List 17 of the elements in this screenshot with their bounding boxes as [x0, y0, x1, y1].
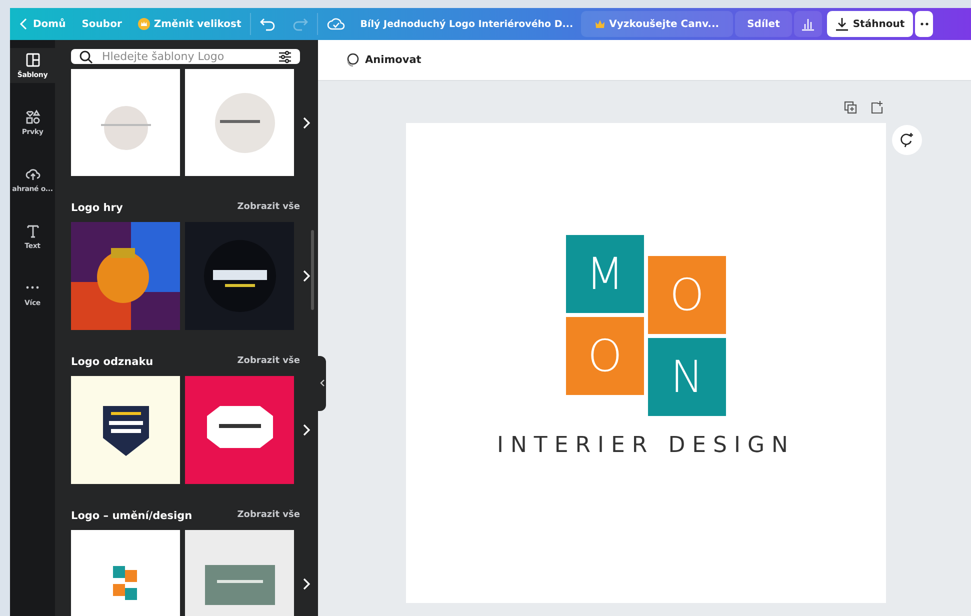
logo-tile: M: [566, 235, 644, 313]
see-all-link[interactable]: Zobrazit vše: [237, 202, 300, 214]
search-field[interactable]: Hledejte šablony Logo: [71, 49, 300, 64]
logo-tile: O: [648, 256, 726, 334]
logo-tile: O: [566, 317, 644, 395]
document-title[interactable]: Bílý Jednoduchý Logo Interiérového D...: [354, 18, 580, 30]
see-all-link[interactable]: Zobrazit vše: [237, 356, 300, 368]
share-button[interactable]: Sdílet: [735, 11, 792, 37]
animate-button[interactable]: Animovat: [338, 51, 428, 69]
see-all-link[interactable]: Zobrazit vše: [237, 510, 300, 522]
logo-tile: N: [648, 338, 726, 416]
section-title: Logo – umění/design: [71, 510, 192, 522]
section-title: Logo odznaku: [71, 356, 154, 368]
trial-button[interactable]: Vyzkoušejte Canv...: [581, 11, 734, 37]
download-button[interactable]: Stáhnout: [826, 11, 913, 37]
section-title: Logo hry: [71, 202, 123, 214]
logo-caption: INTERIER DESIGN: [496, 433, 796, 458]
